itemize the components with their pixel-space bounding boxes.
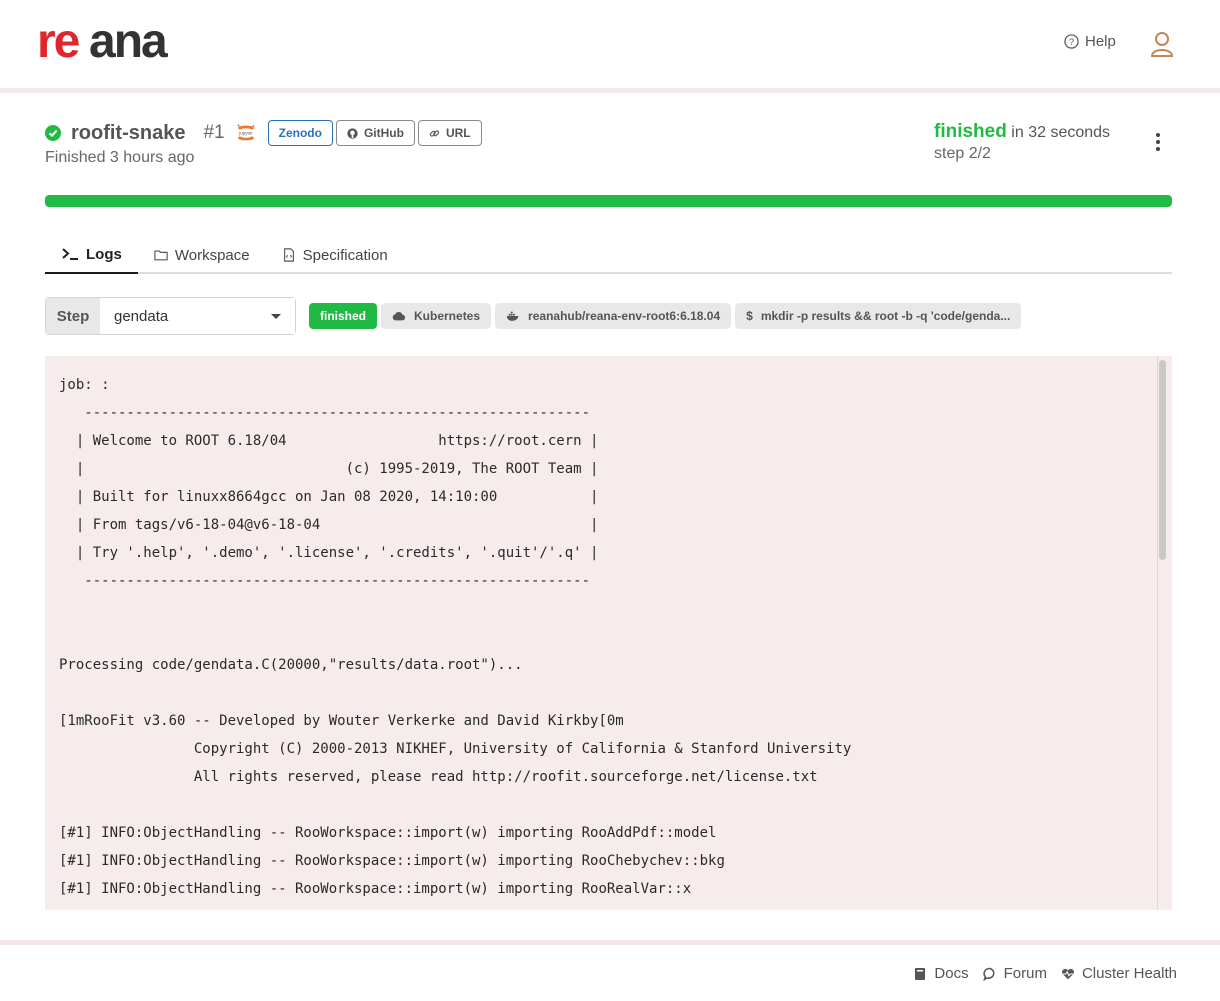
help-link[interactable]: ? Help [1064, 33, 1116, 50]
header-divider [0, 88, 1220, 93]
github-icon [347, 127, 358, 139]
command-badge[interactable]: $ mkdir -p results && root -b -q 'code/g… [735, 303, 1022, 329]
terminal-icon [62, 248, 78, 260]
log-scroll-thumb[interactable] [1159, 360, 1166, 560]
book-icon [915, 967, 926, 980]
step-selector: Step gendata [45, 297, 296, 335]
workflow-run-number: #1 [203, 122, 225, 143]
heartbeat-icon [1061, 968, 1074, 979]
svg-text:?: ? [1069, 37, 1074, 47]
link-icon [429, 129, 440, 137]
tab-logs[interactable]: Logs [45, 236, 138, 274]
help-label: Help [1085, 33, 1116, 50]
url-label: URL [445, 126, 471, 140]
zenodo-label: Zenodo [278, 126, 322, 140]
github-button[interactable]: GitHub [335, 120, 415, 146]
dollar-icon: $ [746, 309, 753, 323]
footer-docs-label: Docs [934, 965, 969, 982]
footer-forum-link[interactable]: Forum [982, 965, 1047, 982]
footer: Docs Forum Cluster Health [0, 945, 1220, 1001]
job-status-badge: finished [309, 303, 378, 329]
more-options-icon[interactable] [1150, 131, 1166, 153]
tab-workspace[interactable]: Workspace [138, 236, 266, 274]
footer-health-link[interactable]: Cluster Health [1061, 965, 1177, 982]
status-text: finished [934, 121, 1007, 142]
reana-logo[interactable]: re ana [37, 20, 189, 64]
workflow-status: finished in 32 seconds step 2/2 [934, 121, 1110, 163]
footer-docs-link[interactable]: Docs [913, 965, 969, 982]
file-code-icon [283, 248, 294, 262]
tab-specification-label: Specification [302, 246, 388, 264]
tab-specification[interactable]: Specification [266, 236, 404, 274]
backend-text: Kubernetes [414, 309, 481, 323]
github-label: GitHub [363, 126, 404, 140]
duration-text: in 32 seconds [1011, 124, 1111, 141]
step-progress-text: step 2/2 [934, 145, 991, 162]
tab-bar: Logs Workspace Specification [45, 236, 1172, 274]
footer-links: Docs Forum Cluster Health [913, 965, 1177, 982]
footer-forum-label: Forum [1003, 965, 1047, 982]
job-labels: finished Kubernetes reanahub/reana-env-r… [309, 303, 1022, 329]
comment-icon [982, 967, 995, 981]
backend-badge: Kubernetes [381, 303, 492, 329]
svg-text:ana: ana [89, 20, 168, 64]
log-panel[interactable]: job: : ---------------------------------… [45, 356, 1172, 910]
step-dropdown[interactable]: gendata [100, 298, 295, 334]
log-scrollbar[interactable] [1157, 356, 1166, 910]
docker-icon [506, 311, 519, 321]
cloud-icon [392, 311, 406, 321]
footer-health-label: Cluster Health [1081, 965, 1177, 982]
step-label: Step [46, 298, 100, 334]
jupyter-icon[interactable]: jupyter [235, 122, 257, 144]
docker-image-text: reanahub/reana-env-root6:6.18.04 [528, 309, 721, 323]
workflow-link-buttons: Zenodo GitHub URL [267, 120, 482, 146]
workflow-title-row: roofit-snake #1 jupyter Zenodo GitHub UR… [45, 119, 482, 147]
log-text: job: : ---------------------------------… [59, 377, 852, 897]
tab-workspace-label: Workspace [174, 246, 250, 264]
step-dropdown-value: gendata [114, 307, 169, 325]
svg-text:re: re [37, 20, 80, 64]
top-bar: re ana ? Help [0, 0, 1220, 88]
progress-fill [45, 195, 1172, 207]
job-status-text: finished [320, 309, 367, 323]
user-icon[interactable] [1150, 31, 1174, 57]
question-circle-icon: ? [1064, 34, 1079, 49]
zenodo-button[interactable]: Zenodo [267, 120, 333, 146]
workflow-progress-bar [45, 195, 1172, 207]
tab-logs-label: Logs [86, 245, 122, 263]
svg-text:jupyter: jupyter [238, 131, 253, 136]
workflow-name: roofit-snake [71, 121, 186, 144]
folder-icon [154, 250, 168, 261]
caret-down-icon [271, 313, 281, 319]
check-circle-icon [45, 125, 61, 141]
url-button[interactable]: URL [417, 120, 482, 146]
workflow-subtitle: Finished 3 hours ago [45, 149, 195, 166]
command-text: mkdir -p results && root -b -q 'code/gen… [760, 309, 1011, 323]
docker-image-badge: reanahub/reana-env-root6:6.18.04 [495, 303, 732, 329]
